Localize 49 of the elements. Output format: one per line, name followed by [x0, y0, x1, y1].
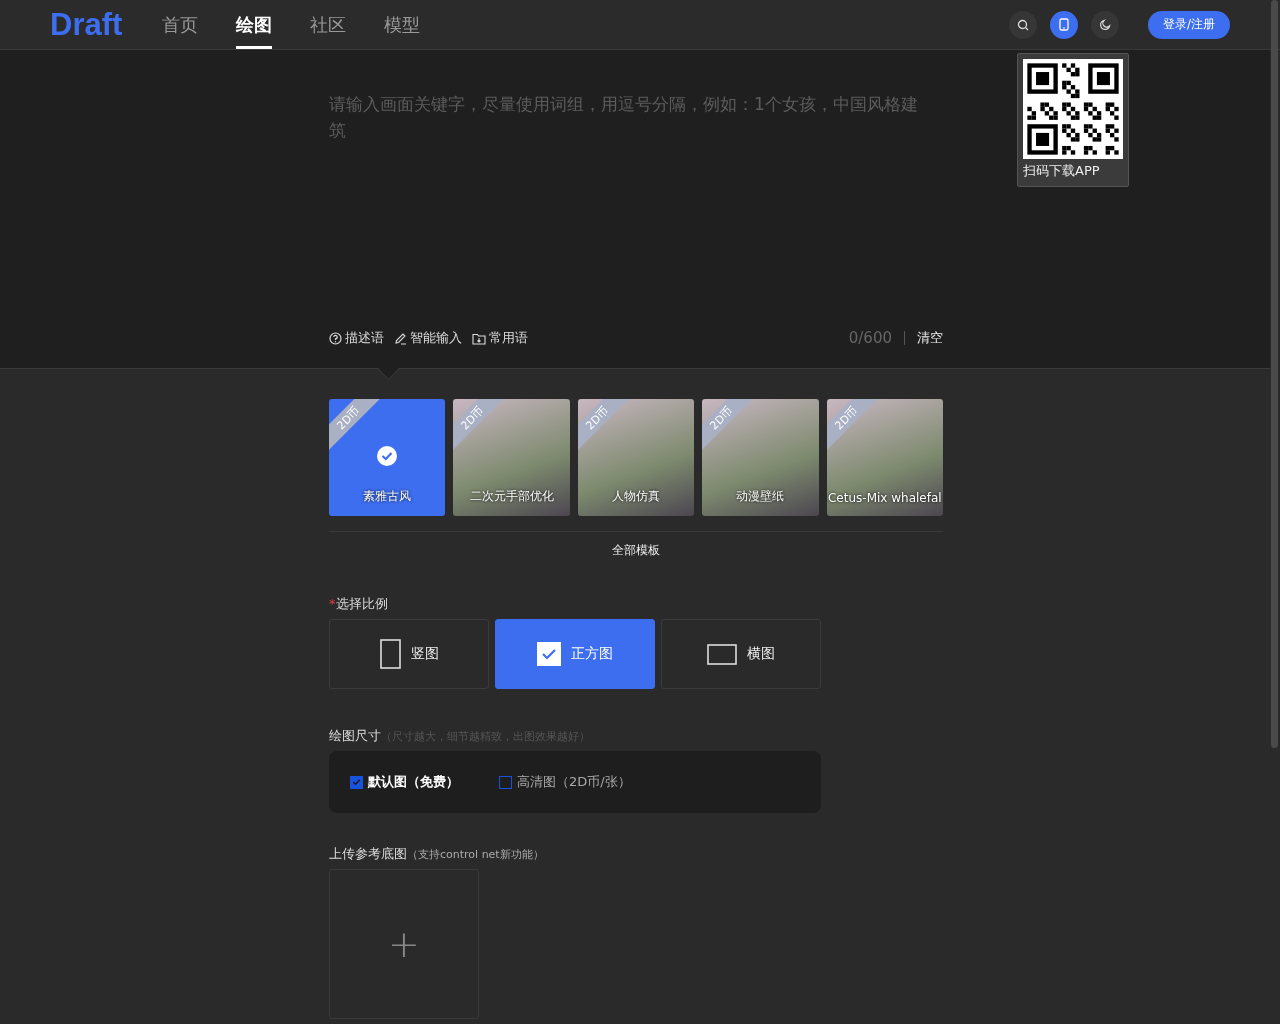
phone-button[interactable]: [1049, 10, 1078, 39]
qr-caption: 扫码下载APP: [1023, 162, 1101, 180]
char-counter: 0/600: [848, 329, 892, 347]
checkbox[interactable]: [499, 775, 512, 789]
moon-icon: [1098, 18, 1111, 31]
template-label: Cetus-Mix whalefal: [828, 491, 942, 505]
size-option[interactable]: 高清图（2D币/张）: [499, 773, 631, 791]
template-label: 人物仿真: [612, 488, 660, 505]
nav-tab[interactable]: 社区: [310, 0, 347, 49]
all-templates-link[interactable]: 全部模板: [612, 542, 660, 559]
template-label: 动漫壁纸: [736, 488, 785, 505]
nav-tab[interactable]: 首页: [162, 0, 199, 49]
template-card[interactable]: 2D币 Cetus-Mix whalefal: [826, 399, 944, 516]
search-button[interactable]: [1008, 10, 1037, 39]
prompt-tool-link[interactable]: 智能输入: [394, 329, 462, 347]
prompt-tool-link[interactable]: 常用语: [472, 329, 528, 347]
checkbox[interactable]: [350, 775, 363, 789]
template-label: 素雅古风: [363, 488, 412, 505]
search-icon: [1016, 18, 1029, 31]
logo[interactable]: Draft: [50, 6, 123, 43]
section-title: 选择比例: [335, 595, 388, 613]
scrollbar[interactable]: [1271, 0, 1278, 748]
template-label: 二次元手部优化: [469, 488, 554, 505]
template-card[interactable]: 2D币 人物仿真: [577, 399, 695, 516]
pen-icon: [394, 331, 407, 345]
check-circle-icon: [376, 445, 398, 467]
ratio-option[interactable]: 竖图: [329, 619, 489, 689]
section-title: 上传参考底图: [329, 845, 407, 863]
folder-icon: [472, 331, 486, 345]
theme-button[interactable]: [1090, 10, 1119, 39]
template-card[interactable]: 2D币 二次元手部优化: [453, 399, 570, 516]
help-icon: [329, 331, 342, 345]
login-button[interactable]: 登录/注册: [1147, 10, 1230, 39]
clear-link[interactable]: 清空: [917, 329, 943, 347]
ratio-option[interactable]: 横图: [661, 619, 821, 689]
section-hint: （支持control net新功能）: [407, 847, 544, 862]
nav-tab[interactable]: 模型: [384, 0, 421, 49]
phone-icon: [1058, 18, 1069, 31]
template-card[interactable]: 2D币 动漫壁纸: [702, 399, 819, 516]
checked-box-icon: [537, 642, 561, 666]
ratio-option[interactable]: 正方图: [495, 619, 655, 689]
upload-box[interactable]: +: [329, 869, 479, 1019]
prompt-tool-link[interactable]: 描述语: [329, 329, 384, 347]
section-title: 绘图尺寸: [329, 727, 381, 745]
portrait-frame-icon: [379, 639, 401, 669]
landscape-frame-icon: [707, 643, 737, 665]
required-mark: *: [329, 596, 336, 611]
template-card[interactable]: 2D币 素雅古风: [329, 399, 446, 516]
size-option[interactable]: 默认图（免费）: [350, 773, 459, 791]
